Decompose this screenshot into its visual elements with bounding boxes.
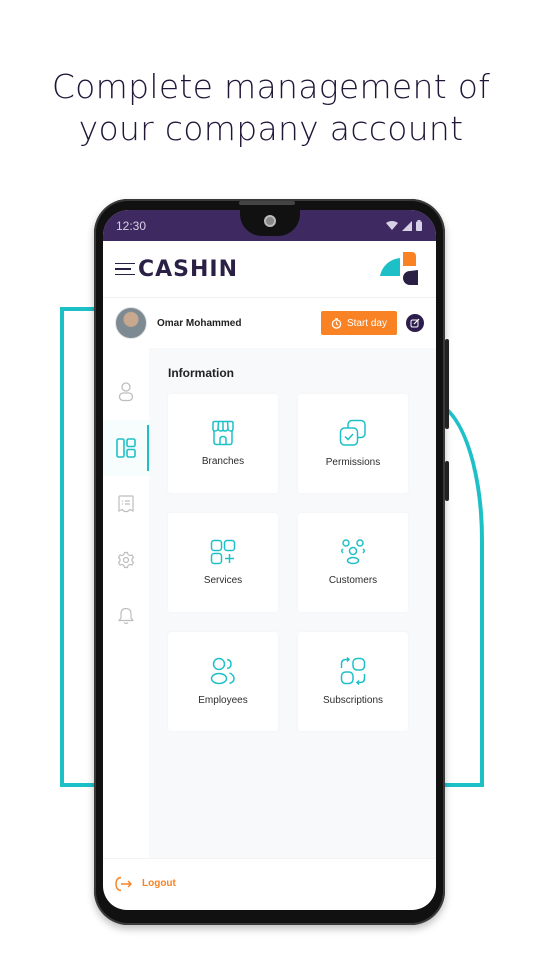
tile-employees[interactable]: Employees <box>168 632 278 731</box>
tile-label: Employees <box>198 695 248 706</box>
wifi-icon <box>386 220 398 230</box>
battery-icon <box>416 220 422 231</box>
logout-button[interactable]: Logout <box>103 858 436 908</box>
tile-branches[interactable]: Branches <box>168 394 278 493</box>
tile-label: Permissions <box>325 457 381 468</box>
rail-item-dashboard[interactable] <box>103 420 149 476</box>
user-bar: Omar Mohammed Start day <box>103 298 436 348</box>
signal-icon <box>402 220 412 231</box>
tile-services[interactable]: Services <box>168 513 278 612</box>
tile-label: Branches <box>201 456 245 467</box>
subscriptions-icon <box>340 657 366 685</box>
rail-item-profile[interactable] <box>103 364 149 420</box>
permissions-icon <box>339 419 366 446</box>
camera-icon <box>264 215 276 227</box>
brand-logo-text: CASHIN <box>138 256 239 282</box>
customers-icon <box>341 539 365 565</box>
hamburger-icon[interactable] <box>115 262 135 276</box>
start-day-label: Start day <box>346 317 387 329</box>
main-content: Information Branches Permissions Service… <box>149 348 436 858</box>
tile-label: Subscriptions <box>322 695 384 706</box>
status-time: 12:30 <box>116 218 147 233</box>
dashboard-icon <box>116 438 136 458</box>
timer-icon <box>331 317 342 329</box>
logout-icon <box>115 876 132 891</box>
speaker-grille <box>239 201 295 205</box>
headline-line-2: your company account <box>78 109 464 148</box>
receipt-icon <box>118 495 134 513</box>
rail-item-settings[interactable] <box>103 532 149 588</box>
camera-notch <box>240 210 300 236</box>
phone-mockup: 12:30 CASHIN Omar Mohammed Start day Inf… <box>94 199 449 925</box>
headline: Complete management of your company acco… <box>0 66 542 150</box>
side-rail <box>103 348 149 858</box>
user-name: Omar Mohammed <box>157 317 242 329</box>
user-icon <box>118 382 134 402</box>
cashin-logo-mark <box>380 252 418 285</box>
rail-item-notifications[interactable] <box>103 588 149 644</box>
power-button <box>445 461 449 501</box>
tile-label: Services <box>203 575 243 586</box>
bell-icon <box>118 607 134 625</box>
app-screen: 12:30 CASHIN Omar Mohammed Start day Inf… <box>103 210 436 910</box>
services-icon <box>210 539 236 565</box>
tile-subscriptions[interactable]: Subscriptions <box>298 632 408 731</box>
start-day-button[interactable]: Start day <box>320 311 397 335</box>
store-icon <box>212 420 234 446</box>
info-grid: Branches Permissions Services Customers <box>168 394 416 731</box>
tile-label: Customers <box>328 575 378 586</box>
rail-item-receipts[interactable] <box>103 476 149 532</box>
logout-label: Logout <box>142 878 176 889</box>
edit-icon <box>410 318 420 328</box>
avatar[interactable] <box>115 307 147 339</box>
edit-button[interactable] <box>406 314 424 332</box>
headline-line-1: Complete management of <box>51 67 491 106</box>
section-title: Information <box>168 366 234 380</box>
employees-icon <box>210 657 235 685</box>
tile-permissions[interactable]: Permissions <box>298 394 408 493</box>
tile-customers[interactable]: Customers <box>298 513 408 612</box>
settings-icon <box>117 551 135 569</box>
volume-button <box>445 339 449 429</box>
app-bar: CASHIN <box>103 241 436 298</box>
status-bar: 12:30 <box>103 210 436 241</box>
